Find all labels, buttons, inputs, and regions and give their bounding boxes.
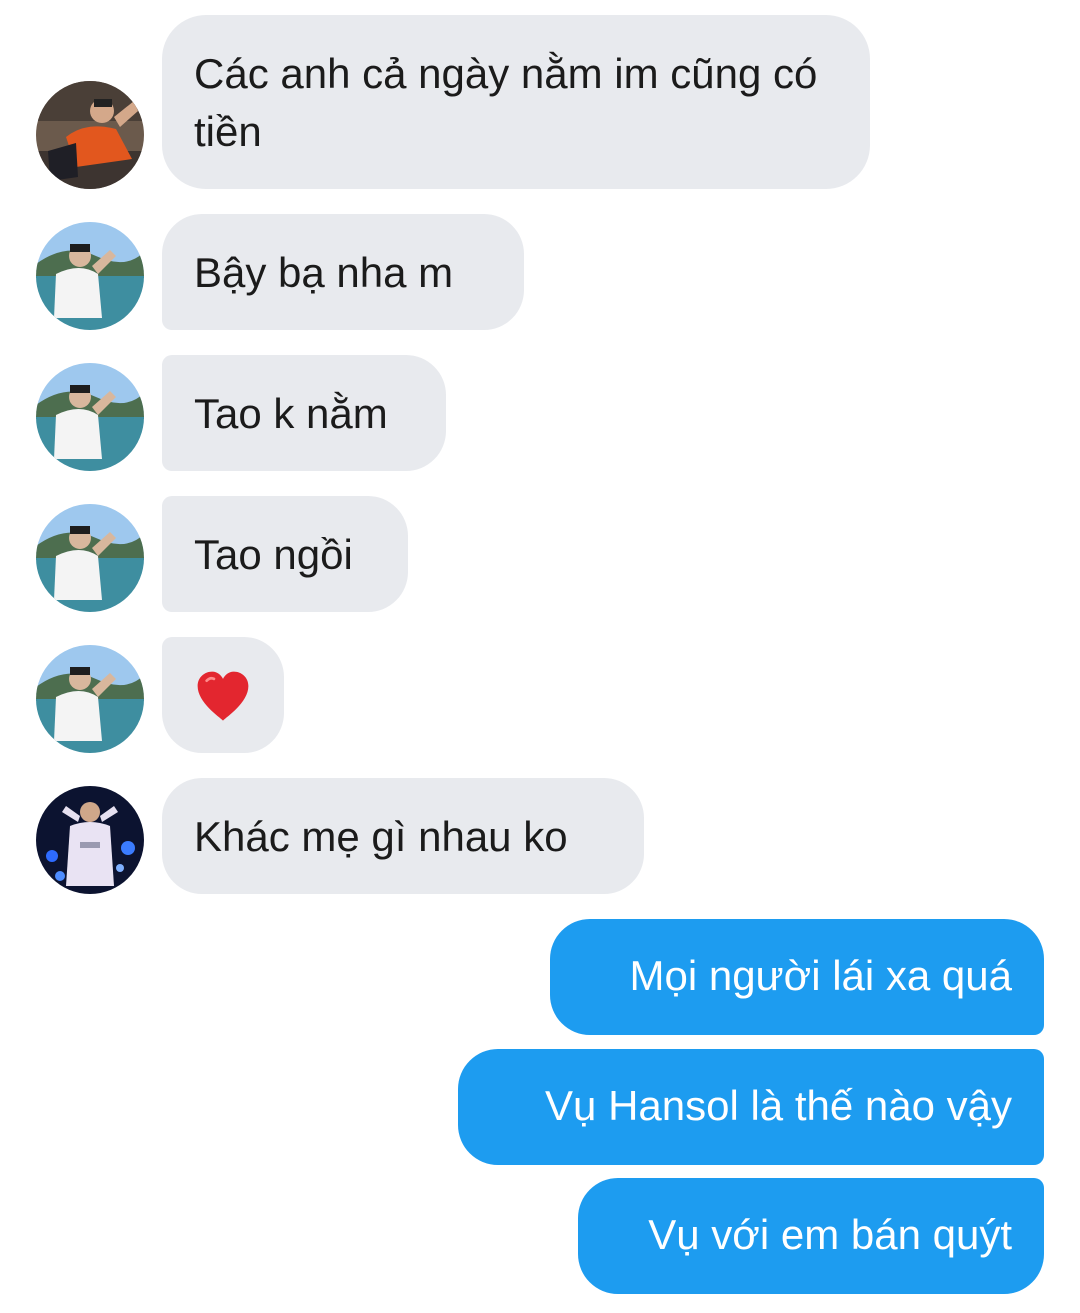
message-text: Bậy bạ nha m [194, 249, 454, 296]
message-bubble-incoming[interactable]: Tao k nằm [162, 355, 446, 471]
message-text: Tao ngồi [194, 531, 353, 578]
message-row-incoming: Bậy bạ nha m [0, 214, 1080, 330]
message-row-incoming: Khác mẹ gì nhau ko [0, 778, 1080, 894]
red-heart-emoji-icon [197, 671, 249, 721]
message-text: Tao k nằm [194, 390, 388, 437]
avatar-sea-view[interactable] [36, 504, 144, 612]
message-text: Khác mẹ gì nhau ko [194, 813, 568, 860]
message-text: Các anh cả ngày nằm im cũng có tiền [194, 50, 818, 155]
message-text: Vụ Hansol là thế nào vậy [545, 1082, 1012, 1129]
avatar-sea-view[interactable] [36, 363, 144, 471]
message-bubble-outgoing[interactable]: Mọi người lái xa quá [550, 919, 1044, 1035]
message-row-incoming: Tao k nằm [0, 355, 1080, 471]
message-bubble-outgoing[interactable]: Vụ với em bán quýt [578, 1178, 1044, 1294]
message-row-incoming: Tao ngồi [0, 496, 1080, 612]
avatar-night-lights[interactable] [36, 786, 144, 894]
message-bubble-incoming[interactable]: Bậy bạ nha m [162, 214, 524, 330]
avatar-sea-view[interactable] [36, 222, 144, 330]
message-bubble-incoming[interactable]: Khác mẹ gì nhau ko [162, 778, 644, 894]
message-row-incoming [0, 637, 1080, 753]
message-bubble-incoming[interactable]: Tao ngồi [162, 496, 408, 612]
message-text: Vụ với em bán quýt [648, 1211, 1012, 1258]
chat-thread: Các anh cả ngày nằm im cũng có tiền Bậy … [0, 0, 1080, 1313]
message-text: Mọi người lái xa quá [629, 952, 1012, 999]
avatar-orange-shirt[interactable] [36, 81, 144, 189]
message-bubble-incoming[interactable]: Các anh cả ngày nằm im cũng có tiền [162, 15, 870, 189]
avatar-sea-view[interactable] [36, 645, 144, 753]
message-row-incoming: Các anh cả ngày nằm im cũng có tiền [0, 15, 1080, 189]
message-bubble-outgoing[interactable]: Vụ Hansol là thế nào vậy [458, 1049, 1044, 1165]
message-bubble-incoming[interactable] [162, 637, 284, 753]
